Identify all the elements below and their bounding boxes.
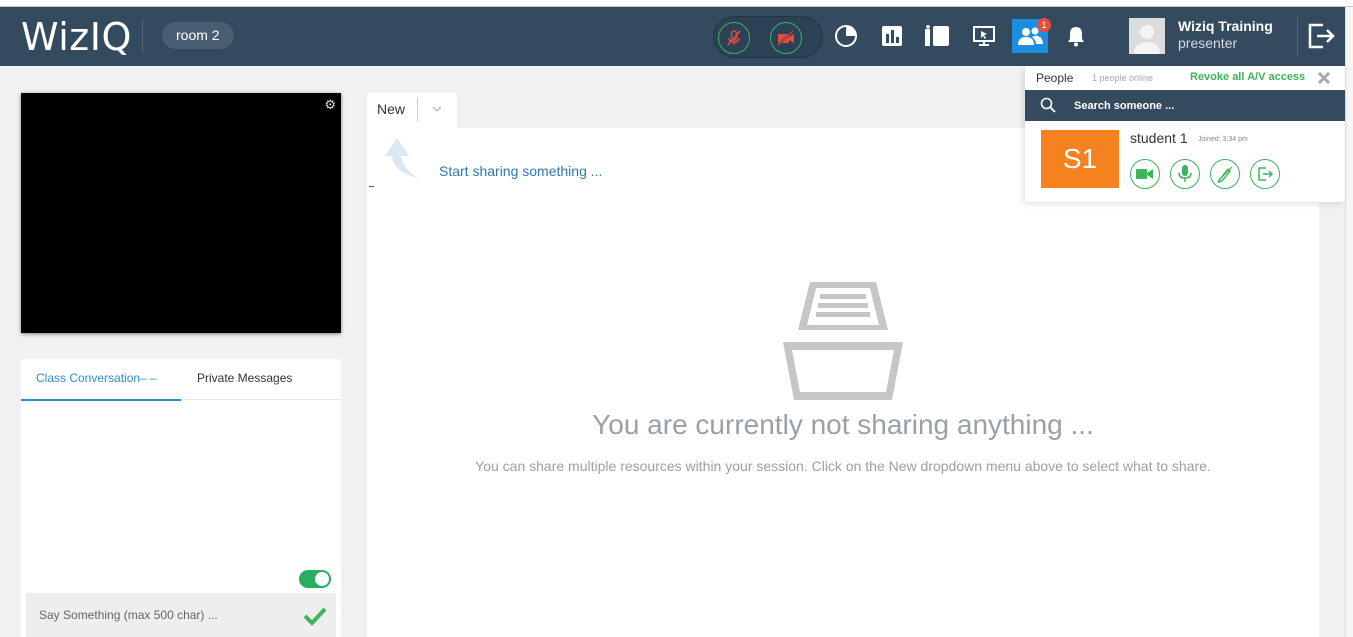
window-top-edge	[0, 0, 1353, 7]
chat-toggle[interactable]	[299, 570, 331, 588]
header-divider	[1297, 17, 1298, 57]
tab-class-conversation[interactable]: Class Conversation– –	[21, 359, 181, 401]
timer-pie-icon[interactable]	[833, 23, 859, 49]
exit-session-icon[interactable]	[1306, 21, 1336, 51]
empty-state-title: You are currently not sharing anything .…	[592, 409, 1094, 440]
user-avatar[interactable]	[1129, 18, 1165, 54]
camera-off-icon[interactable]	[770, 22, 802, 54]
student-camera-icon[interactable]	[1130, 159, 1160, 189]
av-controls	[713, 16, 823, 58]
student-avatar: S1	[1041, 130, 1119, 188]
chat-panel: Class Conversation– – Private Messages S…	[21, 359, 341, 637]
close-icon[interactable]	[1316, 70, 1332, 86]
student-draw-permission-icon[interactable]	[1210, 159, 1240, 189]
presenter-video: ⚙	[21, 93, 341, 333]
notification-badge: 1	[1037, 18, 1051, 32]
screen-share-icon[interactable]	[971, 23, 997, 49]
empty-state-subtitle: You can share multiple resources within …	[475, 458, 1211, 474]
bell-icon[interactable]	[1063, 23, 1089, 49]
people-panel: People 1 people online Revoke all A/V ac…	[1025, 66, 1345, 202]
people-panel-header: People 1 people online Revoke all A/V ac…	[1025, 66, 1345, 90]
dash-marker	[369, 186, 374, 187]
shared-workspace: Start sharing something ... You are curr…	[367, 128, 1319, 637]
user-name: Wiziq Training	[1178, 18, 1273, 34]
start-sharing-link[interactable]: Start sharing something ...	[439, 163, 602, 179]
chat-tabs: Class Conversation– – Private Messages	[21, 359, 341, 401]
toggle-knob	[315, 572, 329, 586]
tab-new-label: New	[377, 101, 406, 117]
checkmark-send-icon[interactable]	[303, 603, 327, 627]
top-header: WizIQ room 2 1 Wiziq Training presenter	[0, 7, 1345, 66]
tab-private-messages[interactable]: Private Messages	[197, 371, 292, 385]
curved-arrow-icon	[381, 136, 421, 178]
content-library-icon[interactable]	[924, 23, 950, 49]
student-name: student 1	[1130, 130, 1188, 146]
people-search-input[interactable]: Search someone ...	[1074, 100, 1174, 112]
people-search-bar[interactable]: Search someone ...	[1025, 90, 1345, 121]
gear-icon[interactable]: ⚙	[324, 98, 336, 111]
page-scrollbar[interactable]	[1345, 7, 1353, 637]
student-mic-icon[interactable]	[1170, 159, 1200, 189]
workspace-tab-new[interactable]: New	[367, 93, 457, 128]
student-remove-icon[interactable]	[1250, 159, 1280, 189]
room-name-badge[interactable]: room 2	[162, 22, 234, 49]
wiziq-logo: WizIQ	[21, 15, 132, 59]
people-online-count: 1 people online	[1092, 73, 1154, 83]
header-divider	[142, 19, 143, 53]
student-joined-time: Joined: 3:34 pm	[1198, 136, 1248, 143]
people-title: People	[1036, 71, 1074, 85]
search-icon	[1040, 97, 1056, 113]
empty-tray-icon	[782, 280, 904, 402]
tab-divider	[417, 97, 418, 121]
poll-chart-icon[interactable]	[879, 23, 905, 49]
chevron-down-icon[interactable]	[430, 102, 444, 116]
chat-input-placeholder: Say Something (max 500 char) ...	[39, 608, 218, 622]
user-role: presenter	[1178, 35, 1238, 51]
revoke-av-access-button[interactable]: Revoke all A/V access	[1190, 71, 1305, 83]
mic-muted-icon[interactable]	[718, 22, 750, 54]
chat-input[interactable]: Say Something (max 500 char) ...	[26, 593, 336, 637]
